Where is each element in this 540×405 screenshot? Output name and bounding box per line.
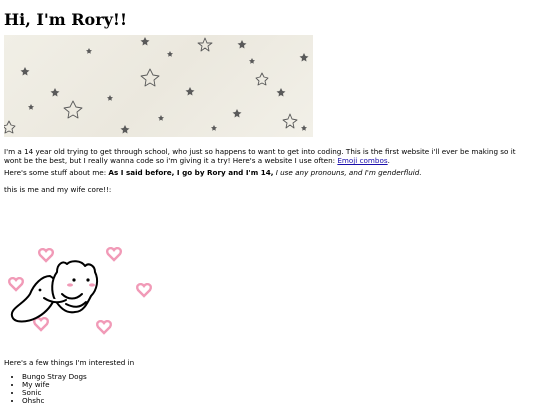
stars-icon [4, 37, 309, 134]
interests-list: Bungo Stray Dogs My wife Sonic Ohshc [4, 373, 87, 405]
wife-core-caption: this is me and my wife core!!: [4, 185, 112, 194]
about-italic-text: I use any pronouns, and I'm genderfluid. [273, 168, 422, 177]
interests-heading: Here's a few things I'm interested in [4, 358, 135, 367]
about-paragraph: Here's some stuff about me: As I said be… [4, 168, 534, 177]
intro-text: I'm a 14 year old trying to get through … [4, 147, 516, 165]
about-lead: Here's some stuff about me: [4, 168, 109, 177]
intro-paragraph: I'm a 14 year old trying to get through … [4, 147, 534, 165]
cats-hugging-with-hearts-icon [8, 246, 152, 335]
intro-link-end: . [387, 156, 390, 165]
wife-core-image [4, 244, 154, 338]
list-item: Ohshc [22, 397, 87, 405]
emoji-combos-link[interactable]: Emoji combos [337, 156, 387, 165]
page-title: Hi, I'm Rory!! [4, 10, 127, 29]
stars-banner-image [4, 35, 313, 137]
about-bold-text: As I said before, I go by Rory and I'm 1… [108, 168, 274, 177]
